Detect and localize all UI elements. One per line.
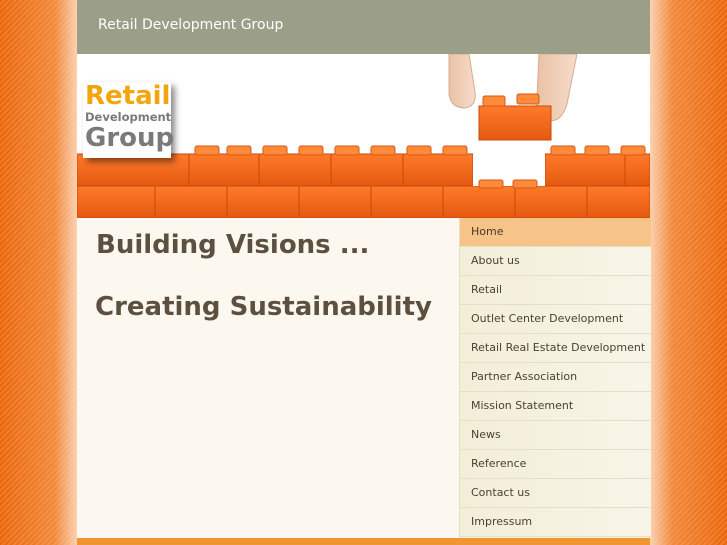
header-banner: Retail Development Group xyxy=(77,54,650,218)
nav-item-partner-association[interactable]: Partner Association xyxy=(460,363,651,392)
nav-item-reference[interactable]: Reference xyxy=(460,450,651,479)
main-content: Building Visions ... Creating Sustainabi… xyxy=(77,218,458,538)
headline-building-visions: Building Visions ... xyxy=(96,230,370,260)
background-left-stripes xyxy=(0,0,78,545)
logo-line-development: Development xyxy=(85,110,172,124)
top-bar: Retail Development Group xyxy=(77,0,650,54)
nav-item-impressum[interactable]: Impressum xyxy=(460,508,651,537)
footer-bar xyxy=(77,538,650,545)
nav-item-retail[interactable]: Retail xyxy=(460,276,651,305)
site-title[interactable]: Retail Development Group xyxy=(98,17,283,33)
background-right-stripes xyxy=(649,0,727,545)
logo-line-group: Group xyxy=(85,123,175,153)
nav-item-outlet-center-development[interactable]: Outlet Center Development xyxy=(460,305,651,334)
nav-item-retail-real-estate-development[interactable]: Retail Real Estate Development xyxy=(460,334,651,363)
nav-item-news[interactable]: News xyxy=(460,421,651,450)
nav-item-contact-us[interactable]: Contact us xyxy=(460,479,651,508)
page-container: Retail Development Group Retail Developm… xyxy=(77,0,651,545)
rdg-logo[interactable]: Retail Development Group xyxy=(83,81,175,158)
logo-line-retail: Retail xyxy=(85,81,171,111)
nav-item-mission-statement[interactable]: Mission Statement xyxy=(460,392,651,421)
nav-item-home[interactable]: Home xyxy=(460,218,651,247)
sidebar-nav: Home About us Retail Outlet Center Devel… xyxy=(459,218,651,538)
headline-creating-sustainability: Creating Sustainability xyxy=(95,292,432,322)
nav-item-about-us[interactable]: About us xyxy=(460,247,651,276)
